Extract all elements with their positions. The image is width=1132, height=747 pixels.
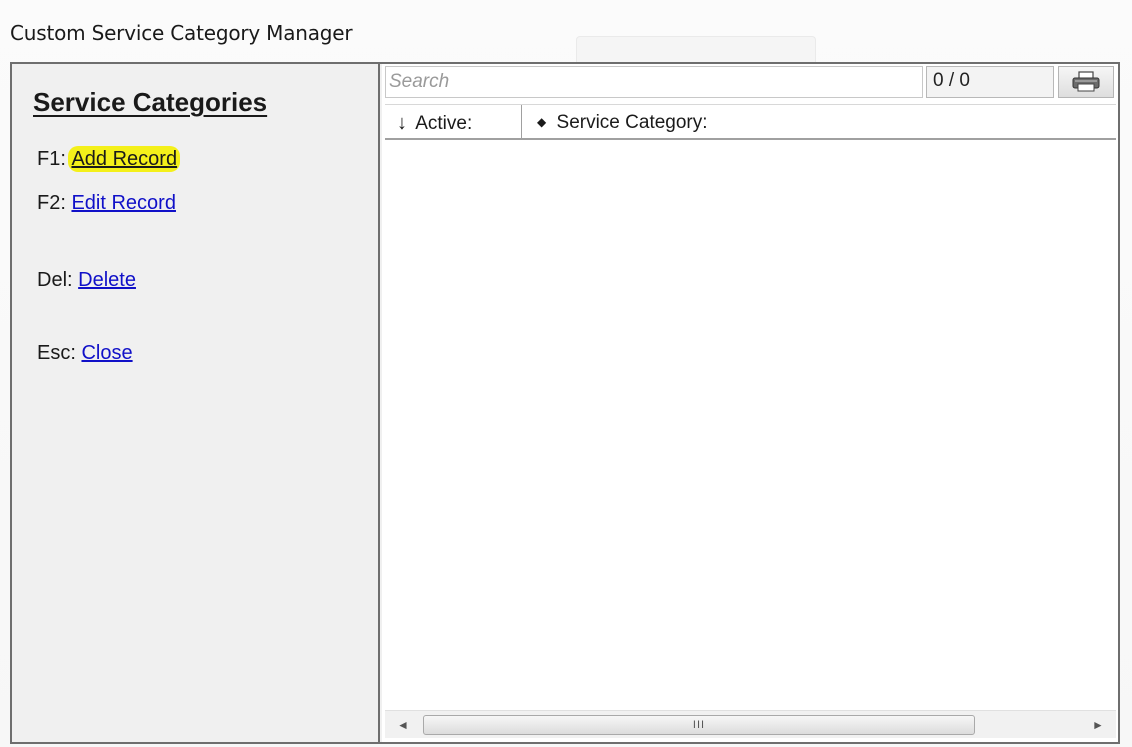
records-panel: 0 / 0 ↓ Active: ◆ Service Category:: [382, 64, 1118, 742]
grid-body[interactable]: [385, 142, 1116, 710]
main-frame: Service Categories F1: Add Record F2: Ed…: [10, 62, 1120, 744]
sort-indicator-icon: ◆: [537, 115, 547, 129]
printer-icon: [1072, 71, 1100, 92]
column-header-service-category[interactable]: ◆ Service Category:: [523, 105, 1113, 139]
search-input[interactable]: [385, 66, 923, 98]
scrollbar-thumb[interactable]: III: [423, 715, 975, 735]
close-link[interactable]: Close: [81, 342, 132, 364]
shortcut-key-del: Del:: [37, 269, 73, 291]
delete-link[interactable]: Delete: [78, 269, 136, 291]
column-label-service-category: Service Category:: [556, 112, 708, 133]
command-delete: Del: Delete: [37, 269, 136, 292]
command-close: Esc: Close: [37, 342, 133, 365]
scroll-right-arrow-icon[interactable]: ►: [1084, 711, 1112, 739]
shortcut-key-f2: F2:: [37, 192, 66, 214]
print-button[interactable]: [1058, 66, 1114, 98]
command-panel: Service Categories F1: Add Record F2: Ed…: [12, 64, 380, 742]
command-edit-record: F2: Edit Record: [37, 192, 176, 215]
shortcut-key-f1: F1:: [37, 148, 66, 170]
app-window: Custom Service Category Manager Service …: [0, 0, 1132, 747]
panel-heading: Service Categories: [33, 87, 268, 117]
column-header-active[interactable]: ↓ Active:: [385, 105, 522, 139]
add-record-link[interactable]: Add Record: [68, 146, 181, 172]
sort-down-icon: ↓: [397, 112, 407, 134]
command-add-record: F1: Add Record: [37, 146, 181, 172]
horizontal-scrollbar[interactable]: ◄ III ►: [385, 710, 1116, 738]
background-tab: [576, 36, 816, 64]
edit-record-link[interactable]: Edit Record: [71, 192, 176, 214]
record-counter: 0 / 0: [926, 66, 1054, 98]
scroll-left-arrow-icon[interactable]: ◄: [389, 711, 417, 739]
column-label-active: Active:: [415, 113, 473, 134]
grid-header: ↓ Active: ◆ Service Category:: [385, 104, 1116, 140]
shortcut-key-esc: Esc:: [37, 342, 76, 364]
window-title: Custom Service Category Manager: [10, 21, 353, 45]
